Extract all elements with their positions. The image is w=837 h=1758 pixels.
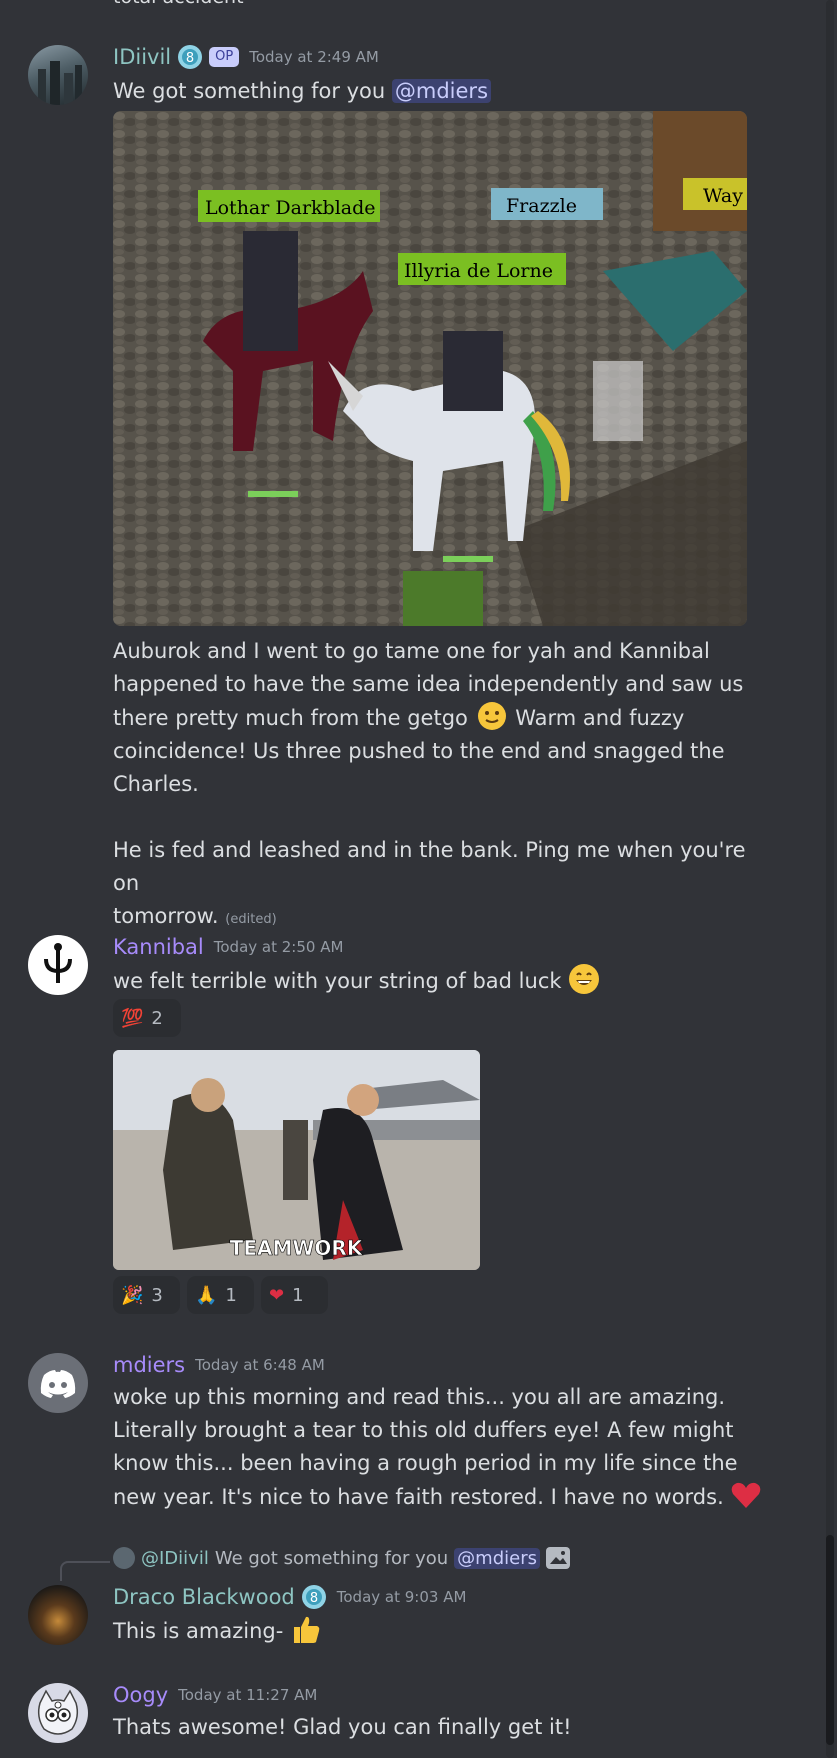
scrollbar-thumb[interactable] bbox=[826, 1535, 834, 1745]
reply-text: We got something for you bbox=[214, 1547, 449, 1569]
attached-gif[interactable]: TEAMWORK bbox=[113, 1050, 480, 1270]
avatar[interactable] bbox=[28, 1585, 88, 1645]
reaction-party[interactable]: 🎉 3 bbox=[113, 1276, 180, 1314]
game-scene-image: Lothar Darkblade Frazzle Illyria de Lorn… bbox=[113, 111, 747, 626]
message-text: Thats awesome! Glad you can finally get … bbox=[113, 1715, 572, 1739]
reaction-count: 2 bbox=[151, 1007, 163, 1029]
reaction-count: 1 bbox=[225, 1284, 237, 1306]
trident-icon bbox=[44, 943, 72, 983]
role-badge-icon[interactable]: 8 bbox=[301, 1584, 327, 1610]
reaction-heart[interactable]: ❤ 1 bbox=[261, 1276, 328, 1314]
slightly-smiling-face-emoji bbox=[477, 701, 507, 731]
timestamp[interactable]: Today at 9:03 AM bbox=[337, 1588, 467, 1606]
reply-mention: @mdiers bbox=[454, 1547, 540, 1569]
message-text: This is amazing- bbox=[113, 1613, 753, 1648]
op-badge: OP bbox=[209, 47, 240, 67]
avatar[interactable] bbox=[28, 1353, 88, 1413]
reply-preview[interactable]: @IDiivil We got something for you @mdier… bbox=[113, 1547, 570, 1569]
edited-label: (edited) bbox=[225, 912, 277, 927]
reaction-hundred[interactable]: 💯 2 bbox=[113, 999, 181, 1037]
avatar[interactable] bbox=[28, 935, 88, 995]
red-heart-emoji bbox=[730, 1480, 762, 1510]
avatar-cityscape-icon bbox=[38, 61, 82, 105]
label-frazzle: Frazzle bbox=[506, 195, 577, 217]
folded-hands-icon: 🙏 bbox=[195, 1284, 218, 1306]
svg-text:8: 8 bbox=[310, 1591, 318, 1606]
message-text: we felt terrible with your string of bad… bbox=[113, 963, 753, 998]
message-text: woke up this morning and read this... yo… bbox=[113, 1381, 773, 1514]
svg-text:8: 8 bbox=[186, 51, 194, 66]
role-badge-icon[interactable]: 8 bbox=[177, 44, 203, 70]
user-mention[interactable]: @mdiers bbox=[391, 79, 492, 103]
image-icon bbox=[545, 1547, 570, 1569]
reaction-count: 1 bbox=[292, 1284, 304, 1306]
message-text: We got something for you @mdiers bbox=[113, 75, 753, 108]
message-body: Auburok and I went to go tame one for ya… bbox=[113, 639, 746, 928]
reply-connector bbox=[60, 1561, 110, 1581]
heart-icon: ❤ bbox=[269, 1284, 285, 1306]
username[interactable]: mdiers bbox=[113, 1353, 185, 1377]
thumbs-up-emoji bbox=[290, 1613, 322, 1645]
grinning-face-emoji bbox=[568, 963, 600, 995]
attached-image[interactable]: Lothar Darkblade Frazzle Illyria de Lorn… bbox=[113, 111, 747, 626]
hundred-points-icon: 💯 bbox=[121, 1007, 144, 1029]
reply-avatar bbox=[113, 1547, 135, 1569]
scrollbar-track[interactable] bbox=[826, 0, 834, 1758]
username[interactable]: IDiivil bbox=[113, 45, 171, 69]
username[interactable]: Oogy bbox=[113, 1683, 168, 1707]
label-way: Way bbox=[703, 185, 743, 207]
cat-avatar-icon bbox=[37, 1689, 79, 1735]
timestamp[interactable]: Today at 11:27 AM bbox=[178, 1686, 317, 1704]
avatar[interactable] bbox=[28, 1683, 88, 1743]
reaction-count: 3 bbox=[151, 1284, 163, 1306]
timestamp[interactable]: Today at 2:50 AM bbox=[214, 938, 344, 956]
username[interactable]: Kannibal bbox=[113, 935, 204, 959]
reply-author[interactable]: @IDiivil bbox=[141, 1548, 209, 1569]
timestamp[interactable]: Today at 6:48 AM bbox=[195, 1356, 325, 1374]
label-illyria: Illyria de Lorne bbox=[404, 260, 553, 282]
discord-logo-icon bbox=[40, 1370, 76, 1398]
timestamp[interactable]: Today at 2:49 AM bbox=[249, 48, 379, 66]
teamwork-gif-image: TEAMWORK bbox=[113, 1050, 480, 1270]
label-lothar: Lothar Darkblade bbox=[205, 197, 376, 219]
avatar[interactable] bbox=[28, 45, 88, 105]
previous-message-fragment: total accident bbox=[113, 0, 244, 8]
gif-caption: TEAMWORK bbox=[230, 1236, 364, 1260]
party-popper-icon: 🎉 bbox=[121, 1284, 144, 1306]
username[interactable]: Draco Blackwood bbox=[113, 1585, 295, 1609]
reaction-pray[interactable]: 🙏 1 bbox=[187, 1276, 254, 1314]
